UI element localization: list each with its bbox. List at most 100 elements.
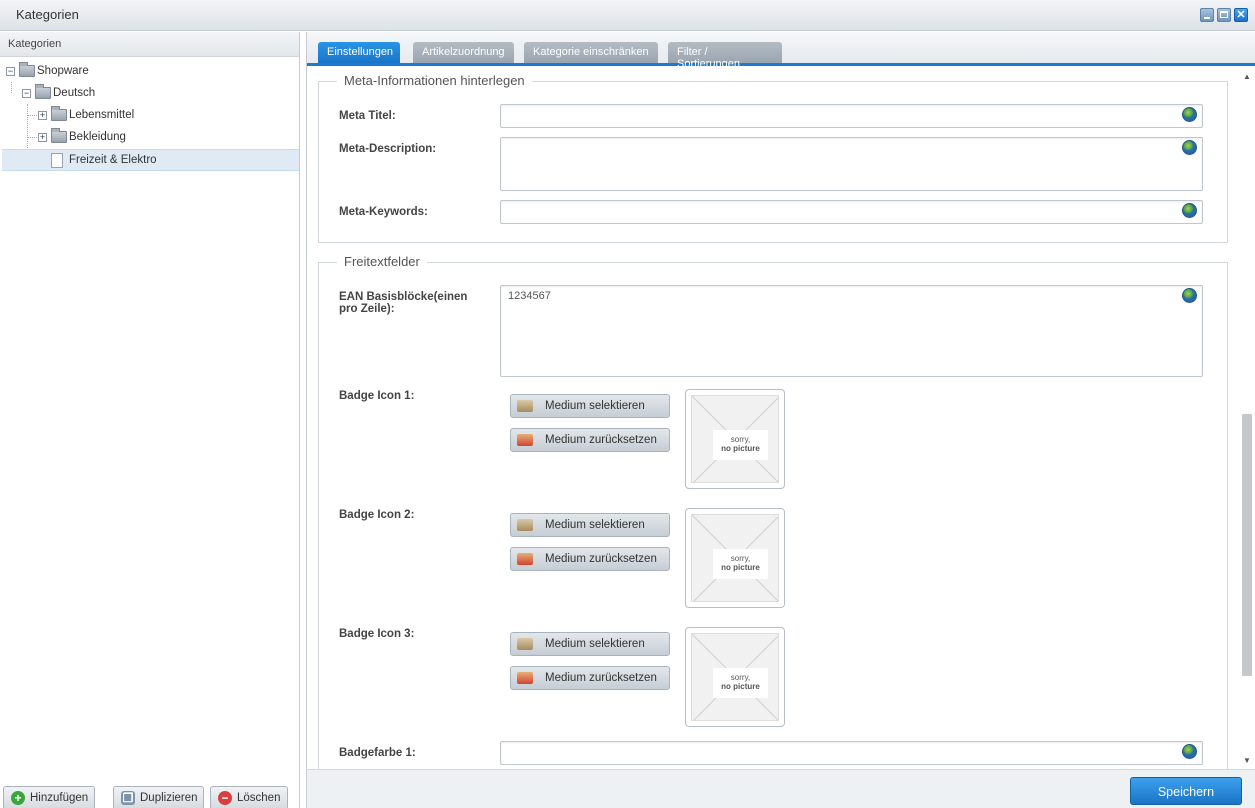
tree-item-bekleidung[interactable]: + Bekleidung [2, 127, 299, 149]
badge-preview-image: sorry, no picture [685, 508, 785, 608]
tab-strip: Einstellungen Artikelzuordnung Kategorie… [307, 32, 1255, 70]
no-picture-badge: sorry, no picture [713, 430, 768, 460]
media-select-icon [517, 638, 533, 650]
scrollbar-thumb[interactable] [1242, 414, 1252, 676]
select-media-label: Medium selektieren [545, 519, 645, 531]
badge-preview-image: sorry, no picture [685, 627, 785, 727]
duplicate-category-label: Duplizieren [140, 792, 198, 804]
select-media-button[interactable]: Medium selektieren [510, 632, 670, 656]
badge-icon-2-media-field: Medium selektieren Medium zurücksetzen s… [500, 503, 1203, 613]
reset-media-label: Medium zurücksetzen [545, 553, 657, 565]
translate-globe-icon[interactable] [1182, 744, 1197, 759]
category-tree-panel: Kategorien − Shopware − Deutsch + Lebens… [0, 32, 300, 808]
reset-media-button[interactable]: Medium zurücksetzen [510, 428, 670, 452]
minus-icon: − [218, 791, 232, 805]
badge-icon-3-media-field: Medium selektieren Medium zurücksetzen s… [500, 622, 1203, 732]
expand-icon[interactable]: + [38, 111, 47, 120]
tree-item-deutsch[interactable]: − Deutsch [2, 83, 299, 105]
window-titlebar: Kategorien ✕ [0, 0, 1255, 31]
no-picture-line2: no picture [721, 563, 760, 572]
folder-open-icon [19, 62, 35, 77]
maximize-button[interactable] [1217, 8, 1231, 22]
add-category-button[interactable]: + Hinzufügen [3, 786, 95, 808]
ean-textarea[interactable]: 1234567 [500, 285, 1203, 377]
action-bar: Speichern [307, 769, 1255, 808]
meta-legend: Meta-Informationen hinterlegen [337, 73, 532, 88]
freetext-legend: Freitextfelder [337, 254, 427, 269]
meta-title-input[interactable] [500, 104, 1203, 128]
translate-globe-icon[interactable] [1182, 140, 1197, 155]
translate-globe-icon[interactable] [1182, 288, 1197, 303]
close-icon: ✕ [1236, 9, 1246, 21]
meta-description-label: Meta-Description: [339, 143, 437, 155]
delete-category-button[interactable]: − Löschen [210, 786, 288, 808]
meta-keywords-input[interactable] [500, 200, 1203, 224]
reset-media-label: Medium zurücksetzen [545, 434, 657, 446]
delete-category-label: Löschen [237, 792, 281, 804]
media-select-icon [517, 519, 533, 531]
duplicate-icon: ❐ [121, 791, 135, 805]
tree-item-label: Lebensmittel [69, 109, 135, 121]
tree-item-label: Freizeit & Elektro [69, 154, 157, 166]
meta-title-label: Meta Titel: [339, 110, 396, 122]
select-media-label: Medium selektieren [545, 400, 645, 412]
reset-media-button[interactable]: Medium zurücksetzen [510, 666, 670, 690]
scroll-down-icon[interactable]: ▼ [1243, 756, 1251, 765]
badge-preview-image: sorry, no picture [685, 389, 785, 489]
no-picture-line2: no picture [721, 682, 760, 691]
media-reset-icon [517, 672, 533, 684]
translate-globe-icon[interactable] [1182, 203, 1197, 218]
media-reset-icon [517, 553, 533, 565]
tab-einstellungen[interactable]: Einstellungen [318, 42, 400, 63]
badge-icon-3-label: Badge Icon 3: [339, 628, 415, 640]
ean-label: EAN Basisblöcke(einen pro Zeile): [339, 291, 468, 315]
tree-item-label: Bekleidung [69, 131, 126, 143]
minimize-button[interactable] [1200, 8, 1214, 22]
select-media-button[interactable]: Medium selektieren [510, 513, 670, 537]
save-button[interactable]: Speichern [1130, 777, 1242, 805]
folder-icon [51, 128, 67, 143]
collapse-icon[interactable]: − [6, 67, 15, 76]
duplicate-category-button[interactable]: ❐ Duplizieren [113, 786, 204, 808]
meta-keywords-label: Meta-Keywords: [339, 206, 428, 218]
badge-icon-2-label: Badge Icon 2: [339, 509, 415, 521]
folder-icon [51, 106, 67, 121]
add-category-label: Hinzufügen [30, 792, 89, 804]
no-picture-line1: sorry, [730, 673, 751, 682]
no-picture-line2: no picture [721, 444, 760, 453]
tree-item-label: Shopware [37, 65, 89, 77]
translate-globe-icon[interactable] [1182, 107, 1197, 122]
window-title: Kategorien [16, 7, 79, 22]
tab-filter-sortierungen[interactable]: Filter / Sortierungen [668, 42, 782, 70]
select-media-button[interactable]: Medium selektieren [510, 394, 670, 418]
badge-color-label: Badgefarbe 1: [339, 747, 416, 759]
vertical-scrollbar[interactable]: ▲ ▼ [1239, 69, 1255, 769]
maximize-icon [1220, 11, 1228, 18]
scroll-up-icon[interactable]: ▲ [1243, 72, 1251, 81]
no-picture-badge: sorry, no picture [713, 668, 768, 698]
no-picture-line1: sorry, [730, 554, 751, 563]
no-picture-line1: sorry, [730, 435, 751, 444]
tree-item-lebensmittel[interactable]: + Lebensmittel [2, 105, 299, 127]
tree-item-shopware[interactable]: − Shopware [2, 61, 299, 83]
settings-form: Meta-Informationen hinterlegen Meta Tite… [307, 69, 1240, 769]
reset-media-label: Medium zurücksetzen [545, 672, 657, 684]
no-picture-badge: sorry, no picture [713, 549, 768, 579]
document-icon [51, 153, 63, 168]
reset-media-button[interactable]: Medium zurücksetzen [510, 547, 670, 571]
tab-artikelzuordnung[interactable]: Artikelzuordnung [413, 42, 514, 63]
close-button[interactable]: ✕ [1234, 8, 1248, 22]
tab-kategorie-einschraenken[interactable]: Kategorie einschränken [524, 42, 658, 63]
media-reset-icon [517, 434, 533, 446]
meta-description-textarea[interactable] [500, 137, 1203, 191]
badge-icon-1-media-field: Medium selektieren Medium zurücksetzen s… [500, 384, 1203, 494]
expand-icon[interactable]: + [38, 133, 47, 142]
folder-open-icon [35, 84, 51, 99]
tree-item-freizeit-elektro[interactable]: Freizeit & Elektro [2, 149, 299, 171]
media-select-icon [517, 400, 533, 412]
tree-item-label: Deutsch [53, 87, 96, 99]
minimize-icon [1204, 17, 1210, 19]
category-detail-panel: Einstellungen Artikelzuordnung Kategorie… [306, 32, 1255, 808]
collapse-icon[interactable]: − [22, 89, 31, 98]
badge-color-input[interactable] [500, 741, 1203, 765]
